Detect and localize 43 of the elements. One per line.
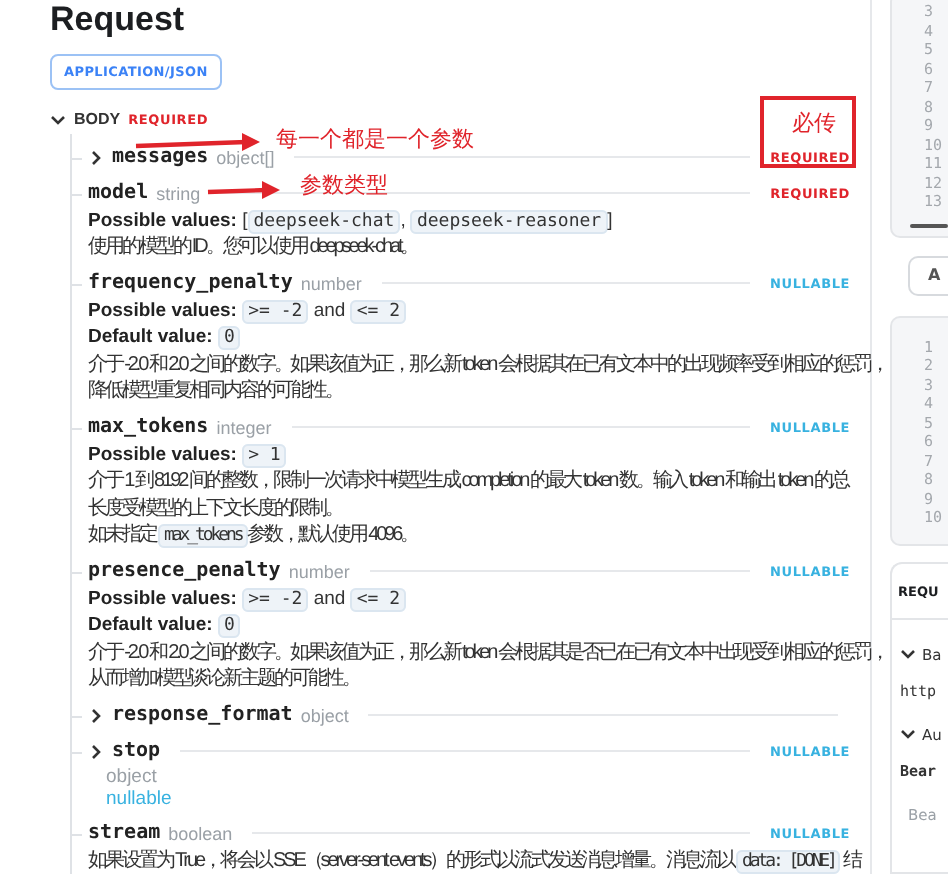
chevron-icon[interactable] — [88, 707, 104, 723]
field-description: 介于 -2.0 和 2.0 之间的数字。如果该值为正，那么新 token 会根据其在已有文本中的出现频率受到相应的惩罚， 降低模型重复相同内容的可能性。 — [88, 351, 887, 405]
section-title: Request — [50, 0, 187, 40]
field-description: 使用的模型的 ID。您可以使用 deepseek-chat。 — [88, 234, 418, 261]
field-values: Possible values: > 1 — [88, 441, 850, 468]
field-type: integer — [216, 417, 272, 437]
body-label: BODY — [74, 110, 121, 129]
field-values: Default value: 0 — [88, 324, 850, 351]
field-values: Default value: 0 — [88, 612, 850, 639]
field-type: boolean — [168, 823, 233, 843]
field-description: 介于 -2.0 和 2.0 之间的数字。如果该值为正，那么新 token 会根据其是否已在已有文本中出现受到相应的惩罚， 从而增加模型谈论新主题的可能性。 — [88, 639, 887, 693]
annotation-note: 必传 — [792, 112, 836, 138]
chevron-icon[interactable] — [88, 149, 104, 165]
field-name: model — [88, 182, 149, 204]
annotation-arrow — [135, 133, 260, 151]
field-type: number — [300, 273, 362, 293]
annotation-note: 每一个都是一个参数 — [276, 128, 474, 154]
annotation-note: 参数类型 — [300, 174, 388, 200]
field-values: Possible values: >= -2 and <= 2 — [88, 297, 850, 324]
field-name[interactable]: response_format — [112, 704, 293, 726]
annotation-arrow — [207, 181, 280, 199]
scrollbar[interactable] — [910, 223, 948, 227]
field-values: Possible values: >= -2 and <= 2 — [88, 585, 850, 612]
field-values: Possible values: [ deepseek-chat , deepseek-reasoner ] — [88, 207, 615, 234]
chevron-icon[interactable] — [900, 646, 916, 662]
field-name[interactable]: messages — [112, 146, 209, 168]
chevron-icon[interactable] — [50, 111, 66, 128]
field-detail: object — [104, 765, 159, 788]
field-name: presence_penalty — [88, 560, 281, 582]
field-name: stream — [88, 822, 161, 844]
field-description: 如果设置为 True，将会以 SSE（server-sent events）的形式以流式发送消息增量。消息流以 data: [DONE] 结 — [88, 847, 861, 874]
side-button[interactable]: A — [908, 255, 948, 295]
field-type: object[] — [216, 147, 275, 167]
field-type: string — [156, 183, 201, 203]
field-type: number — [288, 561, 350, 581]
chevron-icon[interactable] — [88, 743, 104, 759]
field-type: object — [300, 705, 349, 725]
field-name: max_tokens — [88, 416, 209, 438]
chevron-icon[interactable] — [900, 726, 916, 742]
field-name[interactable]: stop — [112, 740, 161, 762]
field-description: 介于 1 到 8192 间的整数，限制一次请求中模型生成 completion 的最大 token 数。输入 token 和输出 token 的总 长度受模型的上下文长度的限制。 如未指定 max_tokens 参数，默认使用 4096。 — [88, 468, 848, 549]
field-detail: nullable — [104, 788, 174, 811]
field-name: frequency_penalty — [88, 272, 293, 294]
